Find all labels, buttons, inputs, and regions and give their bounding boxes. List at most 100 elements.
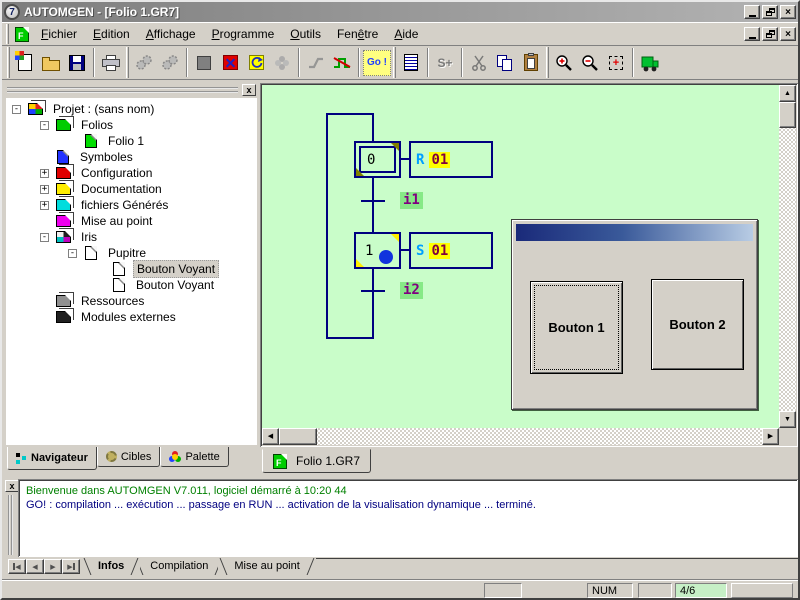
expand-icon[interactable]: + xyxy=(40,185,49,194)
collapse-icon[interactable]: - xyxy=(40,121,49,130)
collapse-icon[interactable]: - xyxy=(68,249,77,258)
tree-item-symboles[interactable]: Symboles xyxy=(6,149,257,165)
tree-item-iris[interactable]: - Iris xyxy=(6,229,257,245)
message-panel-close-button[interactable]: x xyxy=(5,480,19,492)
minimize-button[interactable] xyxy=(744,5,760,19)
tree-item-pupitre[interactable]: - Pupitre xyxy=(6,245,257,261)
toolbar-grip[interactable] xyxy=(7,47,10,78)
save-button[interactable] xyxy=(64,50,90,76)
action-box-0[interactable]: R 01 xyxy=(409,141,493,178)
tab-compilation[interactable]: Compilation xyxy=(134,558,224,577)
tree-item-fichiers-generes[interactable]: + fichiers Générés xyxy=(6,197,257,213)
menubar-grip[interactable] xyxy=(6,24,9,44)
tree-item-modules-externes[interactable]: Modules externes xyxy=(6,309,257,325)
next-tab-button[interactable]: ▶ xyxy=(44,559,62,574)
open-button[interactable] xyxy=(38,50,64,76)
transition-2-tick[interactable] xyxy=(361,290,385,292)
pupitre-title-bar[interactable] xyxy=(516,224,753,241)
navigator-close-button[interactable]: x xyxy=(242,84,256,96)
step-0[interactable]: 0 xyxy=(354,141,401,178)
trace-button[interactable] xyxy=(329,50,355,76)
expand-icon[interactable]: + xyxy=(40,169,49,178)
tab-navigateur[interactable]: Navigateur xyxy=(7,447,97,470)
scroll-right-button[interactable]: ▶ xyxy=(762,428,779,445)
tab-palette[interactable]: Palette xyxy=(160,447,228,467)
horizontal-scrollbar[interactable]: ◀ ▶ xyxy=(262,428,779,445)
scroll-down-button[interactable]: ▼ xyxy=(779,411,796,428)
stop-button[interactable] xyxy=(191,50,217,76)
title-bar[interactable]: 7 AUTOMGEN - [Folio 1.GR7] × xyxy=(2,2,798,22)
menu-aide[interactable]: Aide xyxy=(386,25,426,43)
tree-item-folios[interactable]: - Folios xyxy=(6,117,257,133)
scroll-left-button[interactable]: ◀ xyxy=(262,428,279,445)
document-icon[interactable]: F xyxy=(15,27,29,42)
navigator-titlebar[interactable]: x xyxy=(7,84,256,96)
transition-2-label[interactable]: i2 xyxy=(400,282,423,299)
transition-1-tick[interactable] xyxy=(361,200,385,202)
target-run-button[interactable] xyxy=(637,50,663,76)
toolbar-grip4[interactable] xyxy=(546,47,549,78)
compile-button[interactable] xyxy=(131,50,157,76)
message-list[interactable]: Bienvenue dans AUTOMGEN V7.011, logiciel… xyxy=(18,479,798,557)
child-close-button[interactable]: × xyxy=(780,27,796,41)
scroll-up-button[interactable]: ▲ xyxy=(779,85,796,102)
go-button[interactable]: Go ! xyxy=(363,50,391,76)
toolbar-grip2[interactable] xyxy=(126,47,129,78)
horizontal-scroll-thumb[interactable] xyxy=(279,428,317,445)
tree-item-ressources[interactable]: Ressources xyxy=(6,293,257,309)
zoom-in-button[interactable] xyxy=(551,50,577,76)
message-panel-grip[interactable] xyxy=(8,495,13,555)
collapse-icon[interactable]: - xyxy=(12,105,21,114)
run-button[interactable] xyxy=(243,50,269,76)
collapse-icon[interactable]: - xyxy=(40,233,49,242)
pupitre-window[interactable]: Bouton 1 Bouton 2 xyxy=(511,219,758,410)
new-project-button[interactable] xyxy=(12,50,38,76)
menu-affichage[interactable]: Affichage xyxy=(138,25,204,43)
first-tab-button[interactable]: ◀ xyxy=(8,559,26,574)
menu-fichier[interactable]: Fichier xyxy=(33,25,85,43)
symbols-table-button[interactable] xyxy=(398,50,424,76)
action-box-1[interactable]: S 01 xyxy=(409,232,493,269)
zoom-selection-button[interactable]: + xyxy=(603,50,629,76)
signal-button[interactable] xyxy=(303,50,329,76)
bouton-1[interactable]: Bouton 1 xyxy=(530,281,623,374)
vertical-scroll-thumb[interactable] xyxy=(779,102,796,128)
tree-item-projet[interactable]: - Projet : (sans nom) xyxy=(6,101,257,117)
reset-button[interactable] xyxy=(217,50,243,76)
tab-mise-au-point[interactable]: Mise au point xyxy=(218,558,315,577)
menu-programme[interactable]: Programme xyxy=(204,25,283,43)
tree-item-configuration[interactable]: + Configuration xyxy=(6,165,257,181)
cut-button[interactable] xyxy=(466,50,492,76)
tab-cibles[interactable]: Cibles xyxy=(97,447,161,467)
menu-edition[interactable]: Edition xyxy=(85,25,138,43)
compile-all-button[interactable] xyxy=(157,50,183,76)
menu-fenetre[interactable]: Fenêtre xyxy=(329,25,386,43)
tree-item-bouton-voyant-1[interactable]: Bouton Voyant xyxy=(6,261,257,277)
tree-item-mise-au-point[interactable]: Mise au point xyxy=(6,213,257,229)
previous-tab-button[interactable]: ◀ xyxy=(26,559,44,574)
expand-icon[interactable]: + xyxy=(40,201,49,210)
vertical-scrollbar[interactable]: ▲ ▼ xyxy=(779,85,796,428)
last-tab-button[interactable]: ▶ xyxy=(62,559,80,574)
tree-item-folio-1[interactable]: Folio 1 xyxy=(6,133,257,149)
tree-item-bouton-voyant-2[interactable]: Bouton Voyant xyxy=(6,277,257,293)
tab-infos[interactable]: Infos xyxy=(82,558,140,577)
tree-item-documentation[interactable]: + Documentation xyxy=(6,181,257,197)
folio-tab[interactable]: F Folio 1.GR7 xyxy=(262,449,371,473)
print-button[interactable] xyxy=(98,50,124,76)
copy-button[interactable] xyxy=(492,50,518,76)
zoom-out-button[interactable] xyxy=(577,50,603,76)
close-button[interactable]: × xyxy=(780,5,796,19)
child-restore-button[interactable] xyxy=(762,27,778,41)
toolbar-grip3[interactable] xyxy=(393,47,396,78)
restore-button[interactable] xyxy=(762,5,778,19)
grafcet-canvas[interactable]: 0 R 01 i1 1 S 01 i2 xyxy=(262,85,779,428)
transition-1-label[interactable]: i1 xyxy=(400,192,423,209)
add-symbol-button[interactable]: S+ xyxy=(432,50,458,76)
step-1[interactable]: 1 xyxy=(354,232,401,269)
bouton-2[interactable]: Bouton 2 xyxy=(651,279,744,370)
step-button[interactable] xyxy=(269,50,295,76)
paste-button[interactable] xyxy=(518,50,544,76)
menu-outils[interactable]: Outils xyxy=(282,25,329,43)
child-minimize-button[interactable] xyxy=(744,27,760,41)
